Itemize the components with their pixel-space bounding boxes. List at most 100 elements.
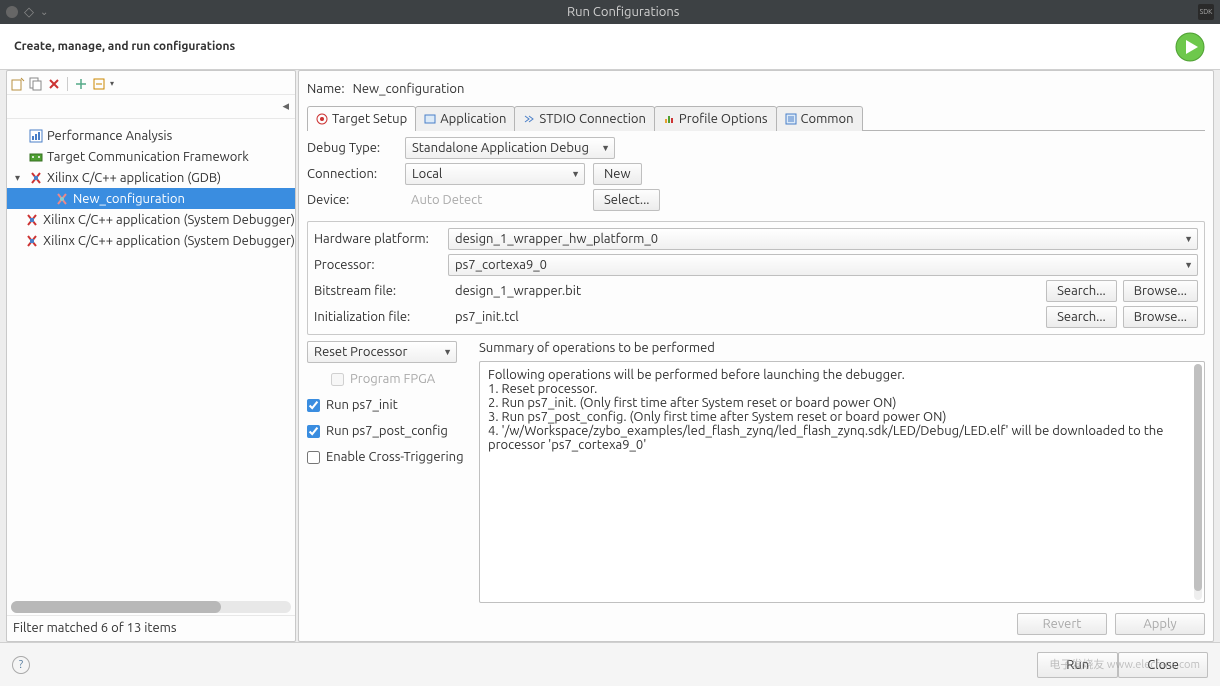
tab-label: Common (801, 112, 854, 126)
platform-group: Hardware platform: design_1_wrapper_hw_p… (307, 221, 1205, 335)
tree-item-tcf[interactable]: Target Communication Framework (7, 146, 295, 167)
device-select-button[interactable]: Select... (593, 189, 660, 211)
launch-config-icon (55, 192, 69, 206)
processor-combo[interactable]: ps7_cortexa9_0▼ (448, 254, 1198, 276)
tab-target-setup[interactable]: Target Setup (307, 106, 416, 131)
connection-combo[interactable]: Local▼ (405, 163, 585, 185)
duplicate-config-icon[interactable] (29, 77, 43, 91)
close-button[interactable]: Close (1118, 652, 1208, 678)
tree-item-gdb[interactable]: ▾ Xilinx C/C++ application (GDB) (7, 167, 295, 188)
config-tree[interactable]: Performance Analysis Target Communicatio… (7, 119, 295, 599)
config-toolbar: ▾ (7, 73, 295, 95)
bitstream-value[interactable]: design_1_wrapper.bit (448, 280, 1040, 302)
name-value[interactable]: New_configuration (353, 82, 1205, 96)
reset-combo[interactable]: Reset Processor▼ (307, 341, 457, 363)
config-list-pane: ▾ ◂ Performance Analysis Target Communic… (6, 70, 296, 642)
processor-label: Processor: (314, 258, 442, 272)
dialog-header: Create, manage, and run configurations (0, 24, 1220, 70)
hw-platform-combo[interactable]: design_1_wrapper_hw_platform_0▼ (448, 228, 1198, 250)
debug-type-label: Debug Type: (307, 141, 397, 155)
summary-line: 4. '/w/Workspace/zybo_examples/led_flash… (488, 424, 1196, 452)
apply-button: Apply (1115, 613, 1205, 635)
stdio-icon (523, 113, 535, 125)
toolbar-dropdown-icon[interactable]: ▾ (110, 79, 114, 88)
summary-panel: Summary of operations to be performed Fo… (479, 341, 1205, 603)
tree-label: Xilinx C/C++ application (System Debugge… (43, 213, 295, 227)
window-chevron-icon[interactable]: ⌄ (40, 6, 48, 18)
titlebar: ◇ ⌄ Run Configurations SDK (0, 0, 1220, 24)
xilinx-app-icon (25, 234, 39, 248)
tree-item-performance[interactable]: Performance Analysis (7, 125, 295, 146)
connection-label: Connection: (307, 167, 397, 181)
common-icon (785, 113, 797, 125)
header-subtitle: Create, manage, and run configurations (14, 40, 235, 53)
tree-item-sysdbg1[interactable]: Xilinx C/C++ application (System Debugge… (7, 209, 295, 230)
sdk-badge-icon: SDK (1198, 4, 1214, 20)
tab-label: Profile Options (679, 112, 768, 126)
window-diamond-icon[interactable]: ◇ (24, 5, 34, 20)
tree-label: Xilinx C/C++ application (System Debugge… (43, 234, 295, 248)
bitstream-label: Bitstream file: (314, 284, 442, 298)
run-ps7-init-checkbox[interactable]: Run ps7_init (307, 395, 471, 415)
initfile-label: Initialization file: (314, 310, 442, 324)
initfile-search-button[interactable]: Search... (1046, 306, 1117, 328)
summary-vscrollbar[interactable] (1194, 364, 1202, 600)
run-button[interactable]: Run (1037, 652, 1118, 678)
summary-line: 1. Reset processor. (488, 382, 1196, 396)
window-close-icon[interactable] (6, 6, 18, 18)
xilinx-app-icon (25, 213, 39, 227)
tree-label: New_configuration (73, 192, 185, 206)
tree-label: Xilinx C/C++ application (GDB) (47, 171, 221, 185)
filter-input[interactable] (13, 97, 289, 117)
summary-body[interactable]: Following operations will be performed b… (479, 361, 1205, 603)
application-icon (424, 113, 436, 125)
tree-hscrollbar[interactable] (11, 601, 291, 613)
name-label: Name: (307, 82, 345, 96)
tab-profile[interactable]: Profile Options (654, 106, 777, 131)
target-icon (316, 113, 328, 125)
tcf-icon (29, 150, 43, 164)
tab-stdio[interactable]: STDIO Connection (514, 106, 655, 131)
tab-application[interactable]: Application (415, 106, 515, 131)
summary-line: Following operations will be performed b… (488, 368, 1196, 382)
summary-title: Summary of operations to be performed (479, 341, 1205, 361)
device-label: Device: (307, 193, 397, 207)
tree-label: Target Communication Framework (47, 150, 249, 164)
bitstream-browse-button[interactable]: Browse... (1123, 280, 1198, 302)
filter-box[interactable]: ◂ (7, 95, 295, 119)
bitstream-search-button[interactable]: Search... (1046, 280, 1117, 302)
profile-icon (663, 113, 675, 125)
new-config-icon[interactable] (11, 77, 25, 91)
collapse-all-icon[interactable] (92, 77, 106, 91)
initfile-browse-button[interactable]: Browse... (1123, 306, 1198, 328)
tab-label: Target Setup (332, 112, 407, 126)
tree-label: Performance Analysis (47, 129, 172, 143)
run-ps7-post-checkbox[interactable]: Run ps7_post_config (307, 421, 471, 441)
delete-config-icon[interactable] (47, 77, 61, 91)
expand-all-icon[interactable] (74, 77, 88, 91)
summary-line: 2. Run ps7_init. (Only first time after … (488, 396, 1196, 410)
summary-line: 3. Run ps7_post_config. (Only first time… (488, 410, 1196, 424)
tree-item-sysdbg2[interactable]: Xilinx C/C++ application (System Debugge… (7, 230, 295, 251)
options-column: Reset Processor▼ Program FPGA Run ps7_in… (307, 341, 471, 603)
connection-new-button[interactable]: New (593, 163, 642, 185)
initfile-value[interactable]: ps7_init.tcl (448, 306, 1040, 328)
cross-trigger-checkbox[interactable]: Enable Cross-Triggering (307, 447, 471, 467)
config-detail-pane: Name: New_configuration Target Setup App… (298, 70, 1214, 642)
help-icon[interactable]: ? (12, 656, 30, 674)
tree-item-new-config[interactable]: New_configuration (7, 188, 295, 209)
filter-arrow-icon: ◂ (282, 99, 289, 114)
tab-bar: Target Setup Application STDIO Connectio… (307, 105, 1205, 131)
tab-label: STDIO Connection (539, 112, 646, 126)
window-title: Run Configurations (48, 5, 1198, 19)
tab-common[interactable]: Common (776, 106, 863, 131)
hw-platform-label: Hardware platform: (314, 232, 442, 246)
xilinx-app-icon (29, 171, 43, 185)
revert-button: Revert (1017, 613, 1107, 635)
dialog-footer: ? Run Close (0, 642, 1220, 686)
twisty-icon[interactable]: ▾ (15, 172, 25, 184)
device-placeholder: Auto Detect (405, 193, 585, 207)
program-fpga-checkbox: Program FPGA (307, 369, 471, 389)
debug-type-combo[interactable]: Standalone Application Debug▼ (405, 137, 615, 159)
filter-status: Filter matched 6 of 13 items (7, 615, 295, 639)
